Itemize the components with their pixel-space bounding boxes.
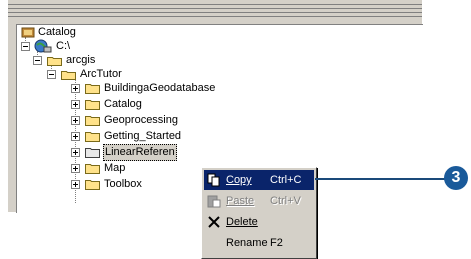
divider: [8, 8, 422, 9]
folder-icon: [85, 100, 100, 110]
menu-item-shortcut: F2: [270, 237, 283, 249]
menu-item-label: Rename: [226, 237, 268, 249]
expand-icon[interactable]: [71, 116, 80, 125]
expand-icon[interactable]: [71, 148, 80, 157]
menu-item-rename[interactable]: Rename F2: [204, 233, 314, 253]
folder-icon: [85, 132, 100, 142]
folder-open-icon: [61, 71, 76, 80]
tree-item-label: C:\: [56, 40, 71, 52]
callout-line: [315, 178, 445, 180]
folder-icon: [85, 116, 100, 126]
folder-open-icon: [47, 57, 62, 66]
collapse-icon[interactable]: [33, 56, 42, 65]
window-header: [8, 0, 422, 20]
tree-item-label: arcgis: [66, 54, 96, 66]
menu-item-copy[interactable]: Copy Ctrl+C: [204, 170, 314, 190]
folder-icon: [85, 148, 100, 158]
callout-badge: 3: [444, 166, 468, 190]
tree-item-label: LinearReferen: [103, 144, 177, 161]
menu-item-paste[interactable]: Paste Ctrl+V: [204, 191, 314, 211]
folder-icon: [85, 84, 100, 94]
menu-item-shortcut: Ctrl+C: [270, 174, 302, 186]
tree-item-label: BuildingaGeodatabase: [104, 82, 216, 94]
paste-icon: [207, 195, 221, 208]
expand-icon[interactable]: [71, 132, 80, 141]
delete-icon: [208, 216, 220, 228]
tree-item-label: ArcTutor: [80, 68, 122, 80]
expand-icon[interactable]: [71, 180, 80, 189]
tree-item-label: Getting_Started: [104, 130, 182, 142]
expand-icon[interactable]: [71, 84, 80, 93]
copy-icon: [207, 173, 220, 187]
collapse-icon[interactable]: [21, 42, 30, 51]
menu-item-shortcut: Ctrl+V: [270, 195, 301, 207]
tree-item-label: Geoprocessing: [104, 114, 178, 126]
tree-item-label: Toolbox: [104, 178, 142, 190]
menu-item-label: Copy: [226, 174, 252, 186]
menu-item-delete[interactable]: Delete: [204, 212, 314, 232]
folder-icon: [85, 164, 100, 174]
collapse-icon[interactable]: [47, 70, 56, 79]
drive-icon: [34, 39, 52, 53]
menu-item-label: Delete: [226, 216, 258, 228]
tree-item-label: Catalog: [104, 98, 142, 110]
divider: [8, 4, 422, 5]
expand-icon[interactable]: [71, 164, 80, 173]
folder-icon: [85, 180, 100, 190]
tree-item-label: Catalog: [38, 26, 76, 38]
divider: [8, 12, 422, 13]
menu-item-label: Paste: [226, 195, 255, 207]
divider: [8, 16, 422, 17]
context-menu: Copy Ctrl+C Paste Ctrl+V Delete Rename F…: [201, 167, 317, 259]
catalog-icon: [21, 27, 35, 38]
tree-item-label: Map: [104, 162, 126, 174]
expand-icon[interactable]: [71, 100, 80, 109]
